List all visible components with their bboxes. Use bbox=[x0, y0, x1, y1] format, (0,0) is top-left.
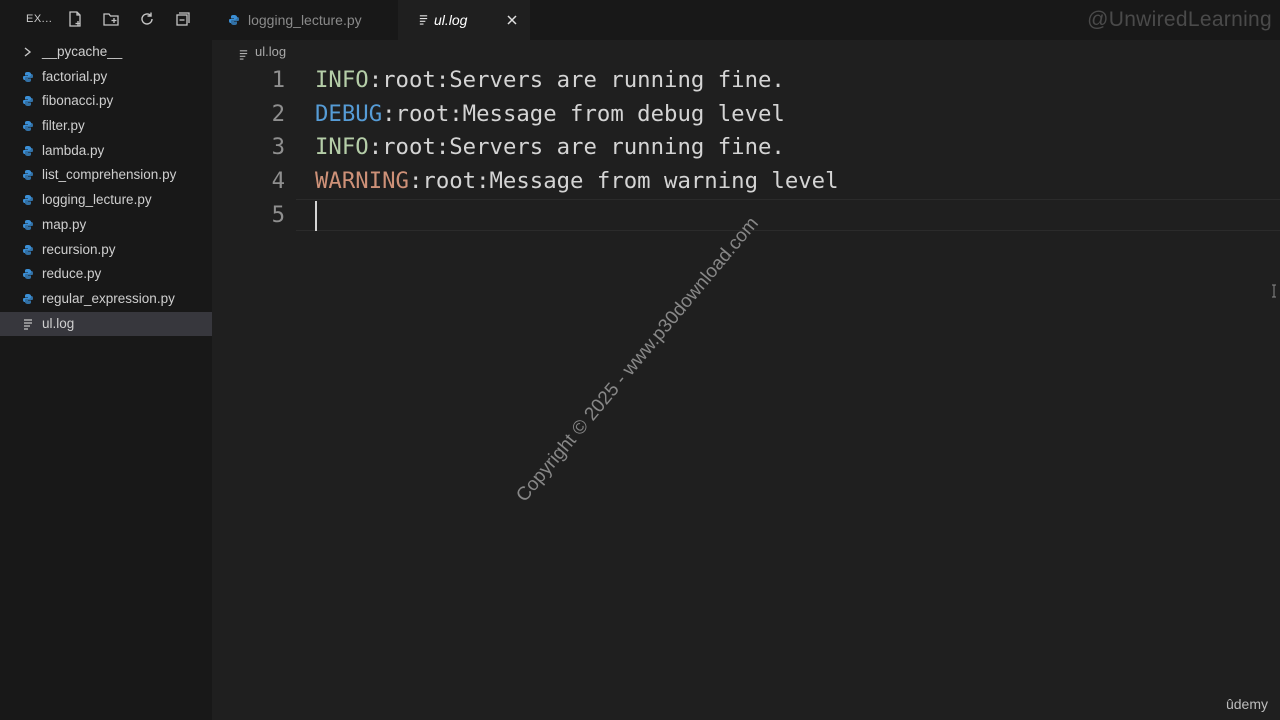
file-label: reduce.py bbox=[42, 266, 102, 282]
code-line[interactable]: 3 INFO:root:Servers are running fine. bbox=[212, 131, 1280, 165]
file-logging-lecture[interactable]: logging_lecture.py bbox=[0, 188, 212, 213]
file-label: ul.log bbox=[42, 315, 75, 331]
python-icon bbox=[22, 287, 36, 312]
udemy-logo: ûdemy bbox=[1225, 696, 1268, 712]
file-label: logging_lecture.py bbox=[42, 192, 152, 208]
file-ul-log[interactable]: ul.log bbox=[0, 311, 212, 337]
explorer-sidebar: EX... __pycache__ factorial.py fibonacci… bbox=[0, 0, 212, 720]
text-file-icon bbox=[22, 312, 36, 337]
explorer-title: EX... bbox=[26, 13, 53, 25]
line-number: 1 bbox=[271, 67, 285, 93]
refresh-icon[interactable] bbox=[138, 10, 156, 28]
new-folder-icon[interactable] bbox=[102, 10, 120, 28]
code-editor[interactable]: 1 INFO:root:Servers are running fine. 2 … bbox=[212, 64, 1280, 720]
tab-label: logging_lecture.py bbox=[248, 12, 362, 28]
file-tree: __pycache__ factorial.py fibonacci.py fi… bbox=[0, 40, 212, 337]
file-label: recursion.py bbox=[42, 241, 116, 257]
code-line[interactable]: 2 DEBUG:root:Message from debug level bbox=[212, 98, 1280, 132]
log-message: :root:Message from debug level bbox=[382, 100, 785, 127]
line-content: INFO:root:Servers are running fine. bbox=[315, 64, 785, 98]
file-label: factorial.py bbox=[42, 68, 108, 84]
python-icon bbox=[22, 65, 36, 90]
code-line[interactable]: 1 INFO:root:Servers are running fine. bbox=[212, 64, 1280, 98]
file-regular-expression[interactable]: regular_expression.py bbox=[0, 287, 212, 312]
python-icon bbox=[22, 238, 36, 263]
file-label: filter.py bbox=[42, 118, 85, 134]
file-map[interactable]: map.py bbox=[0, 213, 212, 238]
python-icon bbox=[22, 89, 36, 114]
file-label: lambda.py bbox=[42, 142, 105, 158]
line-number: 2 bbox=[271, 100, 285, 127]
python-icon bbox=[22, 163, 36, 188]
file-filter[interactable]: filter.py bbox=[0, 114, 212, 139]
file-label: regular_expression.py bbox=[42, 290, 175, 306]
python-icon bbox=[22, 114, 36, 139]
explorer-header: EX... bbox=[0, 0, 212, 40]
python-icon bbox=[22, 188, 36, 213]
file-label: __pycache__ bbox=[42, 44, 123, 59]
file-fibonacci[interactable]: fibonacci.py bbox=[0, 89, 212, 114]
breadcrumb-file[interactable]: ul.log bbox=[255, 42, 286, 62]
editor-tab-bar: logging_lecture.py ul.log @UnwiredLearni… bbox=[212, 0, 1280, 40]
file-label: fibonacci.py bbox=[42, 93, 114, 109]
log-level: WARNING bbox=[315, 168, 409, 195]
channel-watermark: @UnwiredLearning bbox=[1087, 8, 1272, 31]
folder-pycache[interactable]: __pycache__ bbox=[0, 40, 212, 65]
log-message: :root:Message from warning level bbox=[408, 168, 839, 195]
file-factorial[interactable]: factorial.py bbox=[0, 65, 212, 90]
new-file-icon[interactable] bbox=[66, 10, 84, 28]
line-number: 3 bbox=[271, 134, 285, 161]
line-number: 4 bbox=[271, 168, 285, 195]
file-list-comprehension[interactable]: list_comprehension.py bbox=[0, 163, 212, 188]
text-cursor bbox=[315, 201, 317, 231]
log-message: :root:Servers are running fine. bbox=[368, 134, 785, 161]
line-content: DEBUG:root:Message from debug level bbox=[315, 98, 785, 132]
file-reduce[interactable]: reduce.py bbox=[0, 262, 212, 287]
file-lambda[interactable]: lambda.py bbox=[0, 139, 212, 164]
chevron-right-icon bbox=[22, 40, 36, 65]
python-icon bbox=[22, 139, 36, 164]
file-label: list_comprehension.py bbox=[42, 167, 177, 183]
line-number: 5 bbox=[271, 201, 285, 228]
tab-ul-log[interactable]: ul.log bbox=[398, 0, 530, 40]
tab-label: ul.log bbox=[434, 12, 468, 28]
tab-logging-lecture[interactable]: logging_lecture.py bbox=[212, 0, 398, 40]
file-label: map.py bbox=[42, 216, 87, 232]
log-message: :root:Servers are running fine. bbox=[368, 67, 785, 93]
line-content: WARNING:root:Message from warning level bbox=[315, 165, 839, 199]
log-level: DEBUG bbox=[315, 100, 383, 127]
line-content: INFO:root:Servers are running fine. bbox=[315, 131, 785, 165]
close-icon[interactable] bbox=[506, 0, 520, 40]
text-file-icon bbox=[238, 46, 249, 66]
python-icon bbox=[22, 262, 36, 287]
file-recursion[interactable]: recursion.py bbox=[0, 238, 212, 263]
log-level: INFO bbox=[315, 67, 369, 93]
collapse-all-icon[interactable] bbox=[174, 10, 192, 28]
python-icon bbox=[22, 213, 36, 238]
mouse-ibeam-icon bbox=[1272, 284, 1276, 298]
log-level: INFO bbox=[315, 134, 369, 161]
code-line[interactable]: 4 WARNING:root:Message from warning leve… bbox=[212, 165, 1280, 199]
